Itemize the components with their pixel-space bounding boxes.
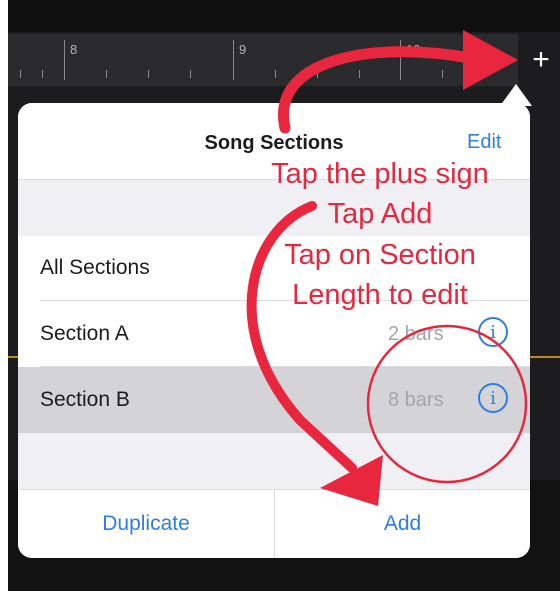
section-name: All Sections (40, 256, 150, 279)
popover-title: Song Sections (204, 132, 344, 154)
beat-tick (359, 70, 360, 78)
bar-number: 8 (70, 42, 78, 57)
bar-tick (233, 40, 234, 80)
list-bottom-spacer (18, 433, 530, 489)
beat-tick (317, 70, 318, 78)
section-length: 2 bars (388, 323, 444, 345)
popover-header: Song Sections Edit (18, 103, 530, 179)
beat-tick (148, 70, 149, 78)
top-bar (8, 0, 560, 32)
info-glyph: i (490, 388, 496, 409)
beat-tick (20, 70, 21, 78)
add-button[interactable]: Add (275, 512, 530, 536)
add-section-button[interactable]: + (522, 40, 560, 80)
beat-tick (275, 70, 276, 78)
info-glyph: i (490, 322, 496, 343)
bar-tick (64, 40, 65, 80)
section-spacer (18, 179, 530, 236)
section-row-a[interactable]: Section A 2 bars i (18, 301, 530, 367)
info-icon[interactable]: i (478, 317, 508, 347)
beat-tick (106, 70, 107, 78)
timeline-ruler[interactable]: 8 9 10 (8, 34, 518, 86)
bar-tick (400, 40, 401, 80)
section-row-b[interactable]: Section B 8 bars i (18, 367, 530, 433)
section-name: Section A (40, 322, 129, 345)
section-length: 8 bars (388, 389, 444, 411)
bar-number: 10 (406, 42, 421, 57)
beat-tick (190, 70, 191, 78)
edit-button[interactable]: Edit (467, 131, 501, 154)
beat-tick (42, 70, 43, 78)
info-icon[interactable]: i (478, 383, 508, 413)
section-row-all[interactable]: All Sections (18, 235, 530, 301)
song-sections-popover: Song Sections Edit All Sections Section … (18, 103, 530, 558)
duplicate-button[interactable]: Duplicate (18, 512, 274, 536)
popover-footer: Duplicate Add (18, 489, 530, 558)
section-name: Section B (40, 388, 130, 411)
beat-tick (484, 70, 485, 78)
bar-number: 9 (239, 42, 247, 57)
beat-tick (442, 70, 443, 78)
